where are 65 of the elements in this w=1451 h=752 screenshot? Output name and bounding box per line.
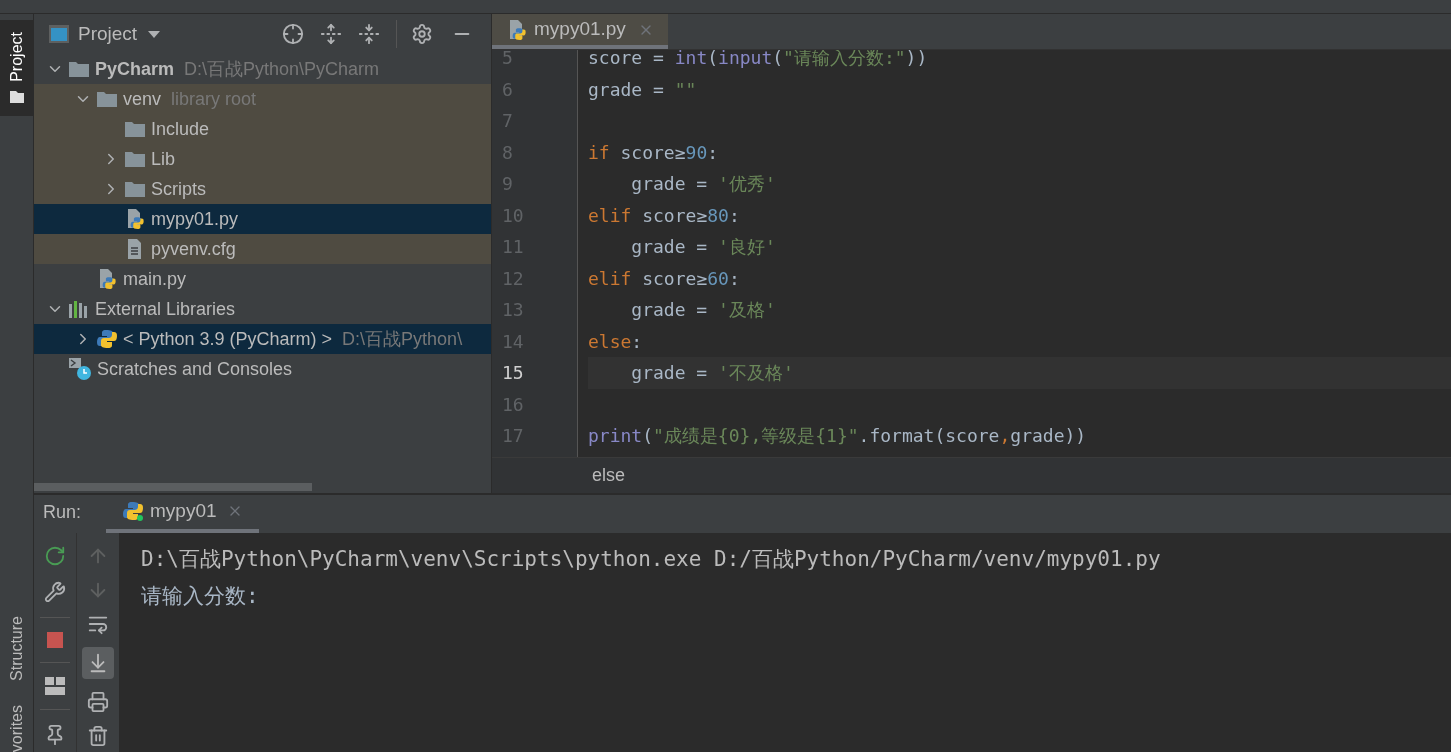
tree-item-label: Include <box>151 117 210 141</box>
locate-icon[interactable] <box>282 23 304 45</box>
scroll-to-end-button[interactable] <box>82 647 114 679</box>
console-command: D:\百战Python\PyCharm\venv\Scripts\python.exe D:/百战Python/PyCharm/venv/mypy01.py <box>141 546 1162 573</box>
layout-icon[interactable] <box>45 677 65 695</box>
tree-item-label: PyCharm <box>95 57 175 81</box>
python-icon <box>96 328 118 350</box>
project-icon <box>48 24 70 44</box>
rerun-icon[interactable] <box>44 545 66 567</box>
folder-icon <box>96 90 118 108</box>
tree-item[interactable]: PyCharm D:\百战Python\PyCharm <box>34 54 491 84</box>
folder-icon <box>68 60 90 78</box>
tree-item[interactable]: Lib <box>34 144 491 174</box>
run-label: Run: <box>42 501 82 524</box>
code-line: grade = '良好' <box>630 235 777 259</box>
tree-item[interactable]: pyvenv.cfg <box>34 234 491 264</box>
code-line: print("成绩是{0},等级是{1}".format(score,grade)) <box>588 424 1088 448</box>
libraries-icon <box>68 299 90 319</box>
tree-item-label: Scripts <box>151 177 206 201</box>
panel-title[interactable]: Project <box>78 19 138 49</box>
tree-item[interactable]: Scripts <box>34 174 491 204</box>
print-icon[interactable] <box>87 691 109 713</box>
tree-item-hint: D:\百战Python\ <box>342 327 463 351</box>
line-number: 15 <box>501 361 525 385</box>
tree-item[interactable]: main.py <box>34 264 491 294</box>
tree-item-label: main.py <box>123 267 187 291</box>
tree-item[interactable]: External Libraries <box>34 294 491 324</box>
code-line: grade = '优秀' <box>630 172 777 196</box>
tree-item[interactable]: Scratches and Consoles <box>34 354 491 384</box>
caret-icon[interactable] <box>147 29 162 39</box>
tree-item-label: External Libraries <box>95 297 236 321</box>
tool-window-tab[interactable]: Structure <box>0 615 33 681</box>
tool-window-tab[interactable]: Project <box>0 20 33 116</box>
python-icon <box>122 499 145 522</box>
code-line: elif score≥80: <box>588 203 741 228</box>
code-line: elif score≥60: <box>588 266 741 291</box>
tree-item-label: venv <box>123 87 162 111</box>
folder-icon <box>124 180 146 198</box>
tree-item[interactable]: < Python 3.9 (PyCharm) > D:\百战Python\ <box>34 324 491 354</box>
folder-icon <box>8 89 25 104</box>
tree-item-label: mypy01.py <box>151 207 239 231</box>
folder-icon <box>124 150 146 168</box>
tree-item-label: < Python 3.9 (PyCharm) > <box>123 327 333 351</box>
expand-all-icon[interactable] <box>320 23 342 45</box>
code-line: if score≥90: <box>588 140 720 165</box>
tree-item-hint: D:\百战Python\PyCharm <box>184 57 380 81</box>
settings-icon[interactable] <box>411 23 433 45</box>
tree-item-label: Scratches and Consoles <box>97 357 293 381</box>
tree-item-label: pyvenv.cfg <box>151 237 236 261</box>
tool-window-tab[interactable]: vorites <box>0 704 33 752</box>
code-line: grade = "" <box>588 77 698 102</box>
folder-icon <box>124 120 146 138</box>
horizontal-scrollbar[interactable] <box>34 483 312 491</box>
tree-item-label: Lib <box>151 147 176 171</box>
breadcrumb[interactable]: else <box>592 462 626 489</box>
console-output: 请输入分数: <box>141 583 260 610</box>
tree-item[interactable]: Include <box>34 114 491 144</box>
trash-icon[interactable] <box>87 725 109 747</box>
scratches-icon <box>68 357 92 381</box>
collapse-all-icon[interactable] <box>358 23 380 45</box>
editor-tab[interactable]: mypy01.py <box>492 14 668 49</box>
code-line: else: <box>588 329 644 354</box>
code-line: grade = '及格' <box>630 298 777 322</box>
wrench-icon[interactable] <box>44 581 66 603</box>
tree-item[interactable]: mypy01.py <box>34 204 491 234</box>
